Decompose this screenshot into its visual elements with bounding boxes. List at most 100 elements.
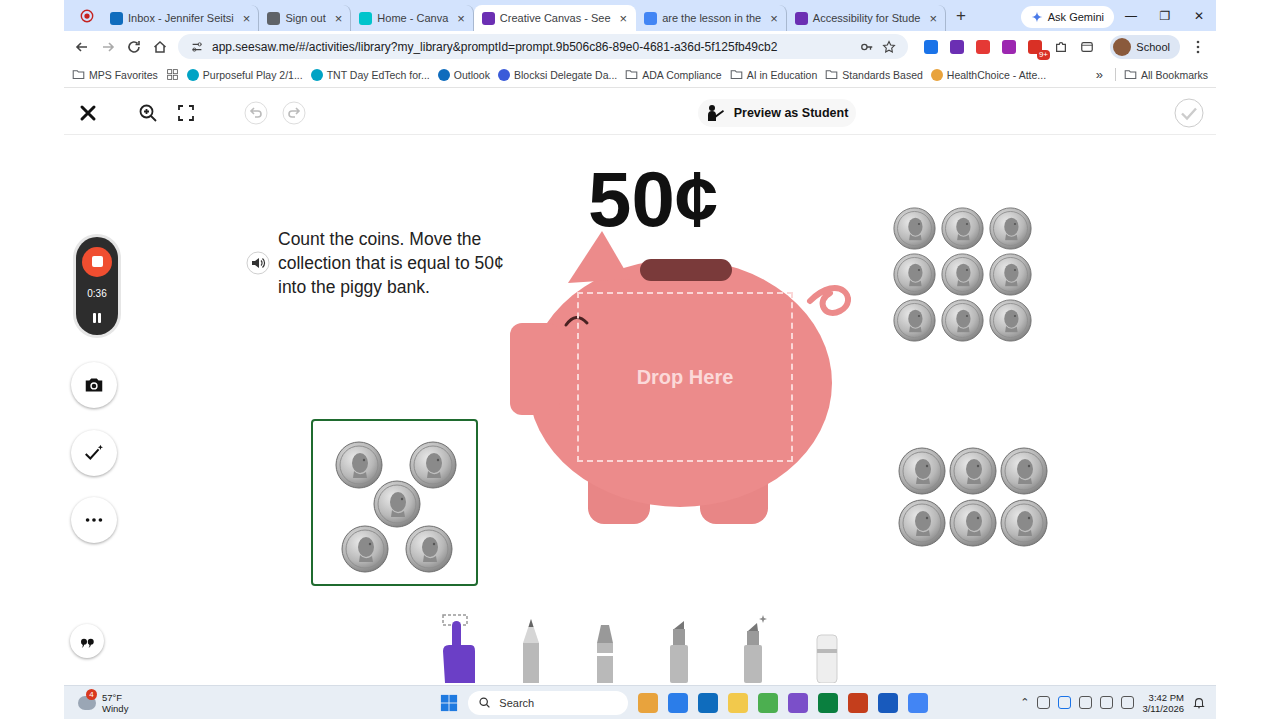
drop-zone[interactable]: Drop Here [577, 292, 793, 462]
badge-extension-icon[interactable]: 9+ [1028, 40, 1042, 54]
dime-coin-icon [949, 447, 997, 495]
bookmark[interactable]: TNT Day EdTech for... [311, 69, 430, 81]
tray-icon[interactable] [1058, 696, 1071, 709]
speaker-icon[interactable] [246, 251, 270, 275]
coin-collection[interactable] [311, 419, 478, 586]
taskbar-app-icon[interactable] [818, 693, 838, 713]
tray-icon[interactable] [1037, 696, 1050, 709]
home-icon[interactable] [152, 39, 168, 55]
back-icon[interactable] [74, 39, 90, 55]
dime-coin-icon [409, 441, 457, 489]
drawing-tool[interactable] [807, 613, 847, 683]
browser-tab[interactable]: Sign out× [259, 5, 351, 31]
tab-label: Home - Canva [377, 12, 448, 24]
tray-icon[interactable] [1100, 696, 1113, 709]
tab-close-button[interactable]: × [457, 11, 465, 26]
dime-coin-icon [1000, 447, 1048, 495]
stop-recording-button[interactable] [82, 247, 112, 277]
drawing-tool[interactable] [437, 613, 477, 683]
weather-widget[interactable]: 457°FWindy [78, 692, 128, 714]
taskbar-app-icon[interactable] [698, 693, 718, 713]
all-bookmarks[interactable]: All Bookmarks [1115, 68, 1208, 81]
close-x-icon[interactable] [78, 103, 98, 123]
browser-tab[interactable]: Accessibility for Stude× [787, 5, 946, 31]
reload-icon[interactable] [126, 39, 142, 55]
taskbar-app-icon[interactable] [908, 693, 928, 713]
tab-close-button[interactable]: × [243, 11, 251, 26]
tray-icon[interactable] [1121, 696, 1134, 709]
apps-grid-icon[interactable] [166, 68, 179, 81]
browser-tab[interactable]: Creative Canvas - See× [474, 5, 636, 31]
taskbar-search[interactable]: Search [468, 691, 628, 715]
done-check-icon[interactable] [1174, 98, 1204, 128]
taskbar-app-icon[interactable] [788, 693, 808, 713]
puzzle-icon[interactable] [1054, 40, 1068, 54]
drawing-tool[interactable] [511, 613, 551, 683]
recording-timer: 0:36 [87, 288, 106, 299]
bookmark[interactable]: Standards Based [825, 68, 923, 81]
pen-extension-icon[interactable] [924, 40, 938, 54]
pause-icon[interactable] [90, 311, 104, 325]
video-extension-icon[interactable] [976, 40, 990, 54]
bookmark[interactable]: HealthChoice - Atte... [931, 69, 1046, 81]
drawing-tool[interactable] [659, 613, 699, 683]
taskbar-app-icon[interactable] [668, 693, 688, 713]
taskbar-app-icon[interactable] [878, 693, 898, 713]
tab-search-icon[interactable] [1080, 40, 1094, 54]
fullscreen-icon[interactable] [176, 103, 196, 123]
bookmark[interactable]: Blocksi Delegate Da... [498, 69, 617, 81]
forward-icon[interactable] [100, 39, 116, 55]
extensions: 9+ [924, 40, 1094, 54]
window-control-button[interactable]: ❐ [1148, 9, 1182, 23]
coin-collection[interactable] [891, 205, 1034, 344]
bookmark[interactable]: Outlook [438, 69, 490, 81]
eraser-icon [807, 613, 847, 683]
tab-close-button[interactable]: × [929, 11, 937, 26]
seesaw-extension-icon[interactable] [950, 40, 964, 54]
browser-tab[interactable]: Home - Canva × [351, 5, 474, 31]
zoom-icon[interactable] [138, 103, 158, 123]
taskbar-app-icon[interactable] [638, 693, 658, 713]
redo-icon[interactable] [282, 101, 306, 125]
bookmark[interactable]: AI in Education [730, 68, 818, 81]
browser-tab[interactable]: are the lesson in the× [636, 5, 787, 31]
tab-close-button[interactable]: × [335, 11, 343, 26]
menu-icon[interactable] [1190, 39, 1206, 55]
gemini-button[interactable]: Ask Gemini [1021, 6, 1114, 28]
key-icon[interactable] [860, 40, 874, 54]
tray-icon[interactable] [1079, 696, 1092, 709]
undo-icon[interactable] [244, 101, 268, 125]
coin-collection[interactable] [896, 445, 1050, 549]
weather-badge: 4 [86, 689, 97, 700]
drawing-tool[interactable] [585, 613, 625, 683]
bookmark[interactable]: ADA Compliance [625, 68, 721, 81]
notification-bell-icon[interactable] [1192, 696, 1206, 710]
tab-close-button[interactable]: × [620, 11, 628, 26]
bookmark[interactable]: MPS Favorites [72, 68, 158, 81]
app-extension-icon[interactable] [1002, 40, 1016, 54]
check-sparkle-button[interactable] [71, 430, 117, 476]
camera-button[interactable] [71, 362, 117, 408]
taskbar-app-icon[interactable] [758, 693, 778, 713]
taskbar-app-icon[interactable] [728, 693, 748, 713]
bookmark[interactable]: Purposeful Play 2/1... [187, 69, 303, 81]
tray-caret-icon[interactable]: ⌃ [1020, 696, 1029, 709]
taskbar-app-icon[interactable] [848, 693, 868, 713]
site-info-icon[interactable] [190, 40, 204, 54]
preview-as-student-button[interactable]: Preview as Student [698, 99, 857, 127]
quote-button[interactable] [70, 624, 104, 658]
clock[interactable]: 3:42 PM3/11/2026 [1142, 692, 1184, 714]
star-icon[interactable] [882, 40, 896, 54]
window-control-button[interactable]: — [1114, 9, 1148, 23]
profile-button[interactable]: School [1110, 35, 1180, 59]
new-tab-button[interactable]: + [946, 6, 976, 31]
tab-close-button[interactable]: × [770, 11, 778, 26]
more-bookmarks-button[interactable]: » [1092, 67, 1107, 82]
url-bar[interactable]: app.seesaw.me/#/activities/library?my_li… [178, 34, 908, 59]
record-icon[interactable] [80, 9, 94, 23]
windows-logo-icon[interactable] [440, 694, 458, 712]
drawing-tool[interactable] [733, 613, 773, 683]
browser-tab[interactable]: Inbox - Jennifer Seitsi× [102, 5, 259, 31]
window-control-button[interactable]: ✕ [1182, 9, 1216, 23]
more-button[interactable] [71, 497, 117, 543]
